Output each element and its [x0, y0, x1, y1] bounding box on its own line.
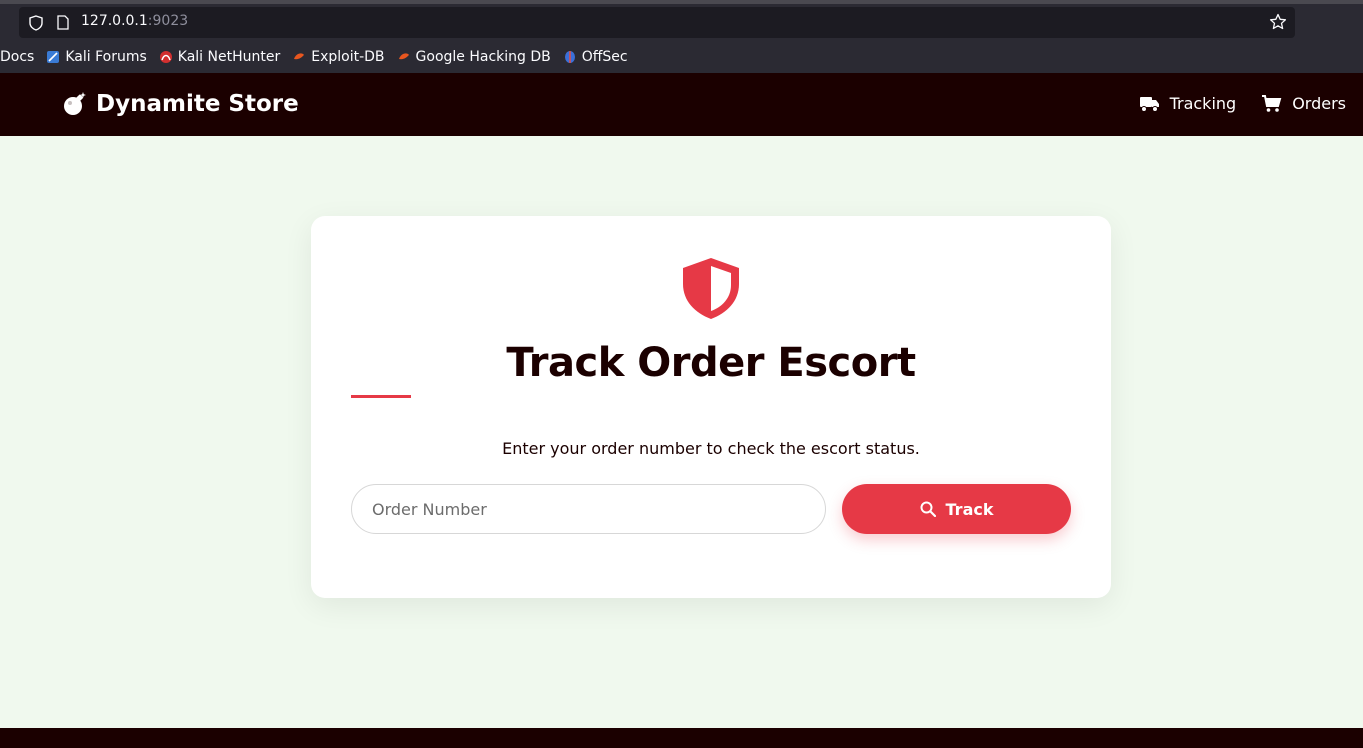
bookmark-docs[interactable]: Docs — [0, 49, 34, 65]
nav-tracking-label: Tracking — [1169, 94, 1237, 113]
ghdb-icon — [398, 53, 409, 60]
tracking-protection-icon[interactable] — [29, 15, 43, 31]
url-port: :9023 — [147, 13, 189, 29]
title-underline — [351, 395, 411, 398]
truck-icon — [1139, 96, 1159, 112]
card-subtitle: Enter your order number to check the esc… — [502, 439, 920, 458]
nav-orders-label: Orders — [1292, 94, 1346, 113]
track-button[interactable]: Track — [842, 484, 1071, 534]
brand-link[interactable]: Dynamite Store — [62, 91, 299, 117]
nav-links: Tracking Orders — [1139, 94, 1346, 113]
bookmark-label: Exploit-DB — [311, 49, 385, 65]
bookmark-offsec[interactable]: OffSec — [563, 49, 628, 65]
bookmark-google-hacking-db[interactable]: Google Hacking DB — [397, 49, 551, 65]
site-navbar: Dynamite Store Tracking Orders — [0, 73, 1363, 136]
url-host: 127.0.0.1 — [81, 13, 148, 29]
url-text: 127.0.0.1:9023 — [81, 13, 188, 29]
bookmark-label: Kali NetHunter — [177, 49, 281, 65]
bookmark-kali-nethunter[interactable]: Kali NetHunter — [159, 49, 280, 65]
bookmark-label: Kali Forums — [65, 49, 147, 65]
bookmark-exploit-db[interactable]: Exploit-DB — [292, 49, 385, 65]
bookmark-kali-forums[interactable]: Kali Forums — [46, 49, 147, 65]
bookmark-star-icon[interactable] — [1269, 13, 1287, 31]
browser-toolbar: 127.0.0.1:9023 Docs Kali Forums Kali Net… — [0, 0, 1363, 73]
bookmark-label: OffSec — [581, 49, 628, 65]
bookmarks-toolbar: Docs Kali Forums Kali NetHunter Exploit-… — [0, 45, 628, 69]
kali-nethunter-icon — [159, 51, 172, 63]
shield-icon — [683, 258, 739, 319]
bomb-icon — [64, 92, 86, 115]
track-order-card: Track Order Escort Enter your order numb… — [311, 216, 1111, 598]
nav-orders-link[interactable]: Orders — [1262, 94, 1346, 113]
page-info-icon[interactable] — [57, 15, 69, 30]
page-title: Track Order Escort — [506, 340, 916, 386]
offsec-icon — [564, 51, 575, 63]
tab-strip — [0, 0, 1363, 4]
search-icon — [920, 501, 936, 517]
cart-icon — [1262, 94, 1282, 112]
bookmark-label: Docs — [0, 49, 35, 65]
order-number-input[interactable] — [351, 484, 826, 534]
brand-name: Dynamite Store — [96, 91, 299, 117]
bookmark-label: Google Hacking DB — [415, 49, 551, 65]
kali-forums-icon — [47, 51, 60, 63]
site-footer — [0, 728, 1363, 748]
track-button-label: Track — [945, 499, 994, 519]
address-bar[interactable]: 127.0.0.1:9023 — [19, 7, 1295, 38]
nav-tracking-link[interactable]: Tracking — [1139, 94, 1237, 113]
exploit-db-icon — [294, 53, 305, 60]
